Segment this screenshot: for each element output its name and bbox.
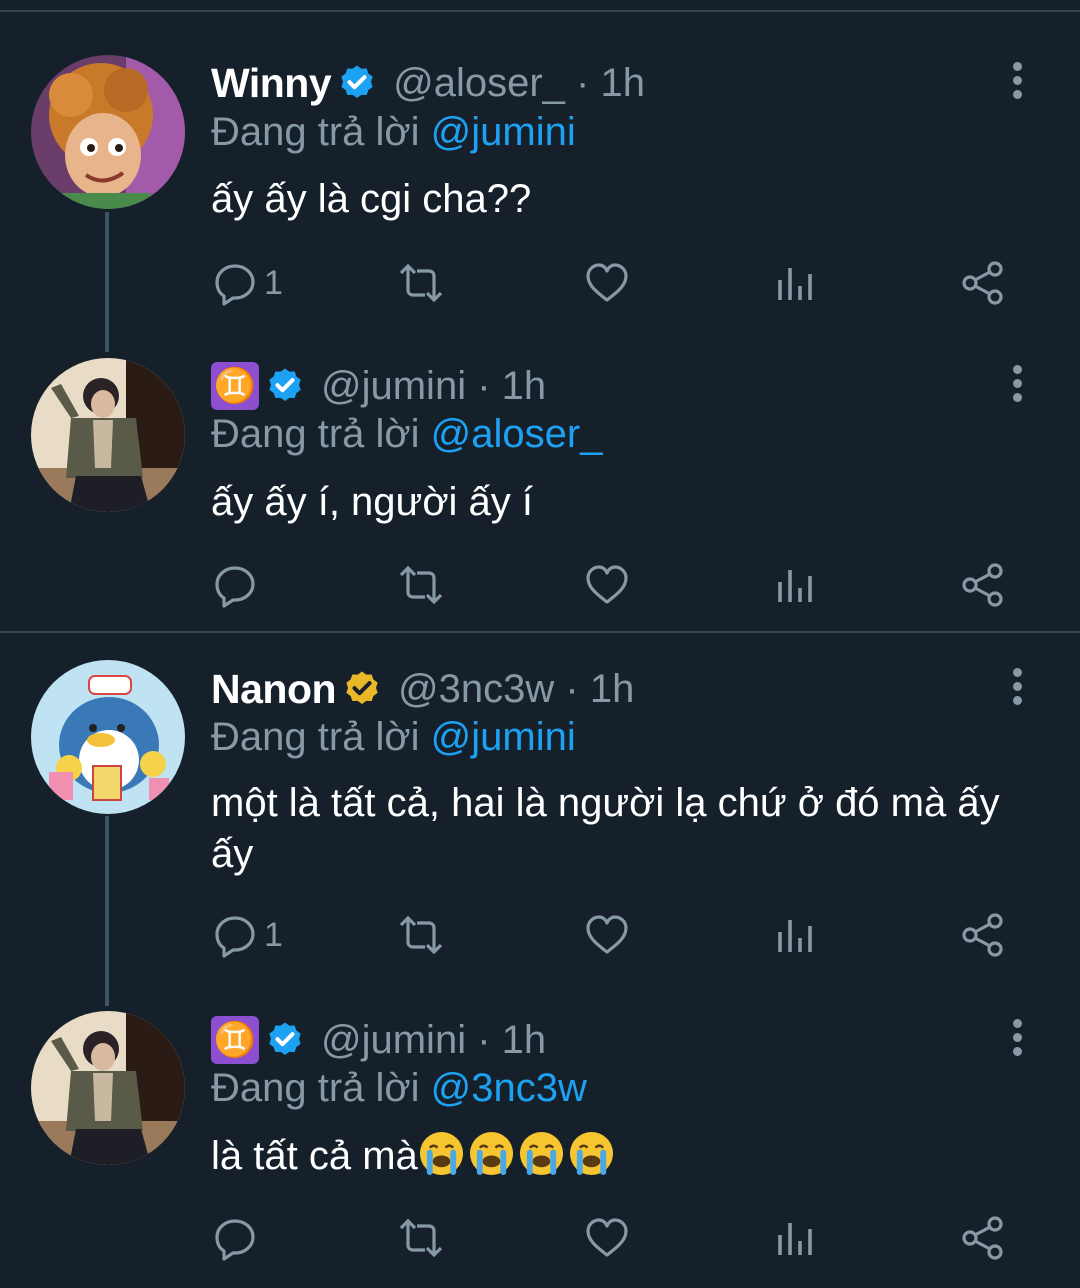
replying-label: Đang trả lời <box>211 1066 420 1110</box>
verified-badge-gold-icon <box>342 669 382 709</box>
analytics-button[interactable] <box>774 910 820 960</box>
analytics-icon <box>774 562 820 608</box>
handle-and-time: @jumini · 1h <box>321 363 547 408</box>
heart-icon <box>584 1215 630 1261</box>
replying-mention-link[interactable]: @jumini <box>431 715 576 759</box>
reply-button[interactable]: 1 <box>212 910 283 960</box>
display-name[interactable]: Winny <box>211 60 332 107</box>
like-button[interactable] <box>584 560 630 610</box>
reply-button[interactable]: 1 <box>212 258 283 308</box>
share-button[interactable] <box>960 910 1006 960</box>
avatar[interactable] <box>31 358 185 512</box>
more-vertical-icon[interactable] <box>1008 1019 1026 1059</box>
reply-button[interactable] <box>212 560 264 610</box>
retweet-icon <box>398 260 444 306</box>
loudly-crying-face-emoji <box>518 1130 565 1177</box>
replying-mention-link[interactable]: @jumini <box>431 110 576 154</box>
replying-to: Đang trả lời @3nc3w <box>211 1066 587 1111</box>
replying-mention-link[interactable]: @3nc3w <box>431 1066 587 1110</box>
display-name[interactable]: ♊ <box>211 1016 259 1064</box>
replying-mention-link[interactable]: @aloser_ <box>431 412 603 456</box>
tweet-actions: 1 <box>0 258 1080 308</box>
tweet-text: ấy ấy là cgi cha?? <box>211 177 532 221</box>
avatar[interactable] <box>31 1011 185 1165</box>
retweet-button[interactable] <box>398 1213 444 1263</box>
reply-count: 1 <box>264 915 283 954</box>
retweet-icon <box>398 1215 444 1261</box>
analytics-button[interactable] <box>774 1213 820 1263</box>
replying-to: Đang trả lời @jumini <box>211 110 576 155</box>
reply-count: 1 <box>264 263 283 302</box>
replying-label: Đang trả lời <box>211 715 420 759</box>
retweet-button[interactable] <box>398 258 444 308</box>
handle-and-time: @3nc3w · 1h <box>398 666 635 711</box>
tweet-actions: 1 <box>0 910 1080 960</box>
share-icon <box>960 562 1006 608</box>
tweet-text-content: là tất cả mà <box>211 1134 418 1178</box>
more-vertical-icon[interactable] <box>1008 668 1026 708</box>
analytics-icon <box>774 260 820 306</box>
avatar[interactable] <box>31 55 185 209</box>
replying-to: Đang trả lời @aloser_ <box>211 412 602 457</box>
analytics-icon <box>774 1215 820 1261</box>
reply-icon <box>212 1215 258 1261</box>
share-button[interactable] <box>960 258 1006 308</box>
tweet-text: là tất cả mà <box>211 1130 1041 1182</box>
display-name[interactable]: ♊ <box>211 362 259 410</box>
verified-badge-icon <box>337 63 377 103</box>
reply-icon <box>212 260 258 306</box>
handle-and-time: @jumini · 1h <box>321 1017 547 1062</box>
avatar[interactable] <box>31 660 185 814</box>
display-name[interactable]: Nanon <box>211 666 337 713</box>
share-button[interactable] <box>960 560 1006 610</box>
loudly-crying-face-emoji <box>568 1130 615 1177</box>
top-divider <box>0 10 1080 12</box>
heart-icon <box>584 912 630 958</box>
verified-badge-icon <box>265 1020 305 1060</box>
analytics-button[interactable] <box>774 560 820 610</box>
analytics-button[interactable] <box>774 258 820 308</box>
share-icon <box>960 912 1006 958</box>
more-vertical-icon[interactable] <box>1008 62 1026 102</box>
like-button[interactable] <box>584 910 630 960</box>
reply-icon <box>212 912 258 958</box>
analytics-icon <box>774 912 820 958</box>
tweet-text: ấy ấy í, người ấy í <box>211 480 534 524</box>
loudly-crying-face-emoji <box>418 1130 465 1177</box>
share-icon <box>960 260 1006 306</box>
tweet-header: Nanon @3nc3w · 1h <box>211 661 634 717</box>
share-icon <box>960 1215 1006 1261</box>
verified-badge-icon <box>265 366 305 406</box>
reply-button[interactable] <box>212 1213 264 1263</box>
replying-to: Đang trả lời @jumini <box>211 715 576 760</box>
tweet-actions <box>0 1213 1080 1263</box>
replying-label: Đang trả lời <box>211 110 420 154</box>
handle-and-time: @aloser_ · 1h <box>393 60 645 105</box>
heart-icon <box>584 562 630 608</box>
conversation-divider <box>0 631 1080 633</box>
retweet-icon <box>398 912 444 958</box>
retweet-icon <box>398 562 444 608</box>
retweet-button[interactable] <box>398 560 444 610</box>
like-button[interactable] <box>584 258 630 308</box>
replying-label: Đang trả lời <box>211 412 420 456</box>
tweet-text: một là tất cả, hai là người lạ chứ ở đó … <box>211 781 1000 876</box>
tweet-header: ♊ @jumini · 1h <box>211 1012 546 1068</box>
retweet-button[interactable] <box>398 910 444 960</box>
share-button[interactable] <box>960 1213 1006 1263</box>
tweet-actions <box>0 560 1080 610</box>
loudly-crying-face-emoji <box>468 1130 515 1177</box>
tweet-header: Winny @aloser_ · 1h <box>211 55 645 111</box>
heart-icon <box>584 260 630 306</box>
like-button[interactable] <box>584 1213 630 1263</box>
more-vertical-icon[interactable] <box>1008 365 1026 405</box>
reply-icon <box>212 562 258 608</box>
tweet-header: ♊ @jumini · 1h <box>211 358 546 414</box>
